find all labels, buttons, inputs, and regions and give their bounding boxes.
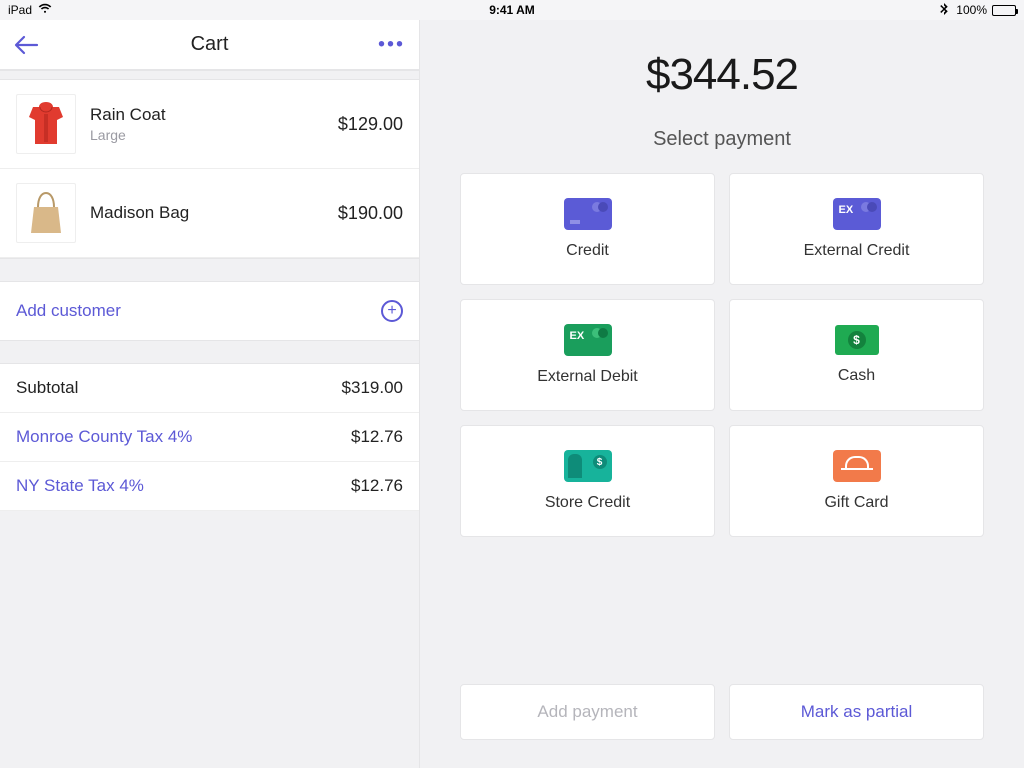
payment-label: Gift Card [824, 494, 888, 512]
item-thumbnail [16, 94, 76, 154]
cart-item[interactable]: Rain Coat Large $129.00 [0, 80, 419, 169]
subtotal-value: $319.00 [342, 378, 403, 398]
cart-panel: Cart ••• Rain Coat Large $129.00 Madison… [0, 20, 420, 768]
payment-label: External Debit [537, 368, 638, 386]
add-customer-label: Add customer [16, 301, 121, 321]
tax-row[interactable]: Monroe County Tax 4% $12.76 [0, 412, 419, 461]
subtotal-row: Subtotal $319.00 [0, 364, 419, 412]
battery-icon [992, 5, 1016, 16]
item-price: $190.00 [338, 203, 403, 224]
payment-credit[interactable]: Credit [460, 173, 715, 285]
button-label: Add payment [537, 702, 637, 722]
cart-title: Cart [191, 33, 229, 56]
store-credit-icon [564, 450, 612, 482]
cart-item[interactable]: Madison Bag $190.00 [0, 169, 419, 258]
payment-external-debit[interactable]: EX External Debit [460, 299, 715, 411]
payment-cash[interactable]: Cash [729, 299, 984, 411]
wifi-icon [38, 3, 52, 18]
payment-label: Cash [838, 367, 875, 385]
item-variant: Large [90, 127, 338, 143]
battery-pct: 100% [956, 3, 987, 17]
add-payment-button[interactable]: Add payment [460, 684, 715, 740]
tax-label: NY State Tax 4% [16, 476, 144, 496]
item-name: Rain Coat [90, 105, 338, 125]
credit-card-icon [564, 198, 612, 230]
external-debit-icon: EX [564, 324, 612, 356]
bluetooth-icon [937, 3, 951, 18]
mark-partial-button[interactable]: Mark as partial [729, 684, 984, 740]
gift-card-icon [833, 450, 881, 482]
button-label: Mark as partial [801, 702, 912, 722]
cash-icon [835, 325, 879, 355]
back-button[interactable] [10, 28, 44, 62]
payment-label: Credit [566, 242, 609, 260]
plus-icon: + [381, 300, 403, 322]
payment-methods: Credit EX External Credit EX External De… [420, 173, 1024, 537]
status-bar: iPad 9:41 AM 100% [0, 0, 1024, 20]
tax-value: $12.76 [351, 476, 403, 496]
device-name: iPad [8, 3, 32, 17]
more-button[interactable]: ••• [378, 33, 405, 56]
checkout-panel: $344.52 Select payment Credit EX Externa… [420, 20, 1024, 768]
external-credit-icon: EX [833, 198, 881, 230]
select-payment-label: Select payment [420, 128, 1024, 151]
item-name: Madison Bag [90, 203, 338, 223]
add-customer-button[interactable]: Add customer + [0, 282, 419, 340]
payment-external-credit[interactable]: EX External Credit [729, 173, 984, 285]
total-amount: $344.52 [420, 20, 1024, 110]
payment-label: External Credit [804, 242, 910, 260]
item-thumbnail [16, 183, 76, 243]
subtotal-label: Subtotal [16, 378, 78, 398]
payment-store-credit[interactable]: Store Credit [460, 425, 715, 537]
tax-value: $12.76 [351, 427, 403, 447]
tax-row[interactable]: NY State Tax 4% $12.76 [0, 461, 419, 511]
item-price: $129.00 [338, 114, 403, 135]
status-time: 9:41 AM [489, 3, 535, 17]
payment-gift-card[interactable]: Gift Card [729, 425, 984, 537]
tax-label: Monroe County Tax 4% [16, 427, 192, 447]
payment-label: Store Credit [545, 494, 630, 512]
cart-header: Cart ••• [0, 20, 419, 70]
